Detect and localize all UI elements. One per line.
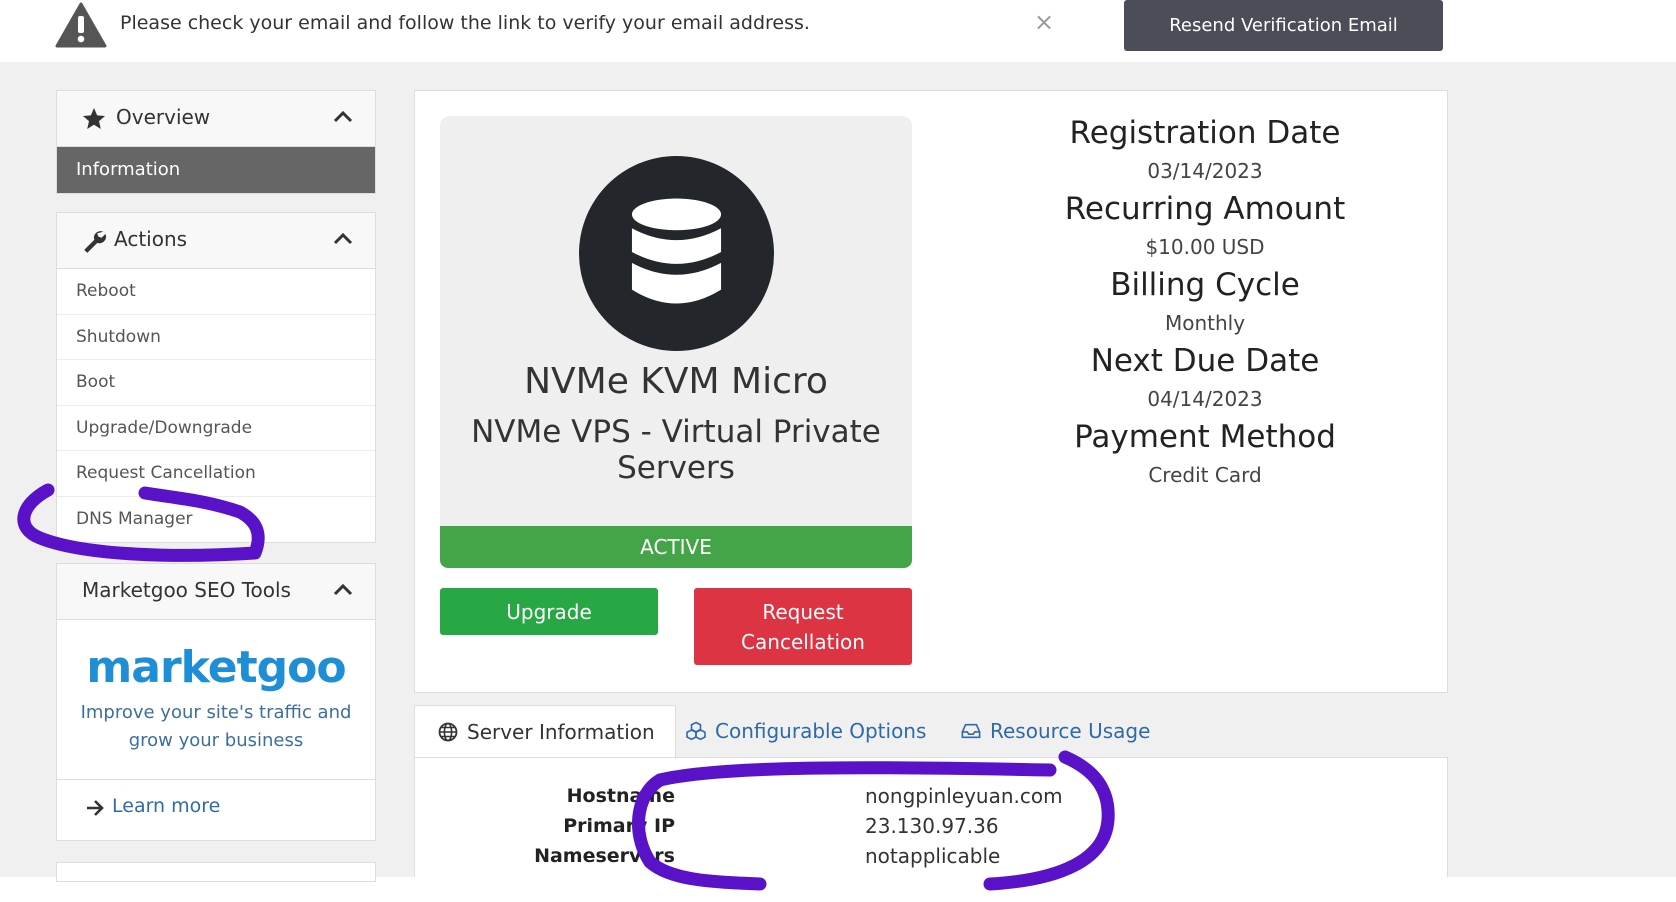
nameservers-value: notapplicable: [865, 844, 1001, 868]
marketgoo-logo: marketgoo: [86, 642, 346, 693]
tab-server-information-label: Server Information: [467, 720, 655, 744]
chevron-up-icon[interactable]: [333, 231, 353, 245]
verification-banner: Please check your email and follow the l…: [0, 0, 1676, 62]
actions-panel: Actions Reboot Shutdown Boot Upgrade/Dow…: [56, 212, 376, 543]
registration-date-label: Registration Date: [1069, 115, 1341, 151]
marketgoo-title: Marketgoo SEO Tools: [82, 578, 291, 602]
sidebar-item-request-cancellation[interactable]: Request Cancellation: [57, 451, 375, 497]
learn-more-link[interactable]: Learn more: [57, 779, 375, 837]
registration-date-value: 03/14/2023: [1147, 159, 1263, 183]
billing-info: Registration Date 03/14/2023 Recurring A…: [1015, 113, 1395, 493]
chevron-up-icon[interactable]: [333, 109, 353, 123]
close-icon[interactable]: ×: [1034, 8, 1054, 36]
recurring-amount-value: $10.00 USD: [1145, 235, 1265, 259]
tab-configurable-options-label: Configurable Options: [715, 719, 927, 743]
sidebar-item-shutdown[interactable]: Shutdown: [57, 315, 375, 360]
product-group: NVMe VPS - Virtual Private Servers: [471, 414, 881, 486]
sidebar-item-reboot[interactable]: Reboot: [57, 269, 375, 315]
tab-configurable-options[interactable]: Configurable Options: [686, 705, 926, 757]
arrow-right-icon: [87, 800, 104, 816]
sidebar-item-dns-manager[interactable]: DNS Manager: [57, 497, 375, 543]
billing-cycle-value: Monthly: [1164, 311, 1246, 335]
product-icon-circle: [579, 156, 774, 351]
learn-more-label[interactable]: Learn more: [112, 795, 220, 817]
actions-title: Actions: [114, 227, 188, 251]
product-details-card: NVMe KVM Micro NVMe VPS - Virtual Privat…: [414, 90, 1448, 693]
payment-method-label: Payment Method: [1074, 419, 1336, 455]
service-tabs: Server Information Configurable Options …: [414, 705, 1448, 757]
marketgoo-tagline: Improve your site's traffic and grow you…: [80, 702, 352, 751]
wrench-icon: [84, 231, 106, 253]
overview-title: Overview: [116, 105, 211, 129]
overview-panel-header[interactable]: Overview: [57, 91, 375, 147]
chevron-up-icon[interactable]: [333, 582, 353, 596]
next-due-date-label: Next Due Date: [1090, 343, 1320, 379]
globe-icon: [438, 722, 458, 742]
primary-ip-value: 23.130.97.36: [865, 814, 999, 838]
actions-panel-header[interactable]: Actions: [57, 213, 375, 269]
tab-server-information[interactable]: Server Information: [414, 705, 676, 757]
banner-message: Please check your email and follow the l…: [120, 12, 810, 34]
nameservers-label: Nameservers: [534, 845, 675, 867]
product-name: NVMe KVM Micro: [524, 361, 828, 402]
request-cancellation-button[interactable]: Request Cancellation: [694, 588, 912, 665]
tab-resource-usage[interactable]: Resource Usage: [961, 705, 1150, 757]
cubes-icon: [686, 721, 706, 741]
star-icon: [82, 107, 106, 129]
hostname-value: nongpinleyuan.com: [865, 784, 1063, 808]
recurring-amount-label: Recurring Amount: [1064, 191, 1346, 227]
database-icon: [631, 198, 722, 304]
server-information-panel: Hostname nongpinleyuan.com Primary IP 23…: [414, 757, 1448, 877]
sidebar-item-boot[interactable]: Boot: [57, 360, 375, 406]
product-box: NVMe KVM Micro NVMe VPS - Virtual Privat…: [440, 116, 912, 526]
tab-resource-usage-label: Resource Usage: [990, 719, 1151, 743]
overview-panel: Overview Information: [56, 90, 376, 194]
marketgoo-panel: Marketgoo SEO Tools marketgoo Improve yo…: [56, 563, 376, 841]
hostname-label: Hostname: [566, 785, 675, 807]
next-due-date-value: 04/14/2023: [1147, 387, 1263, 411]
upgrade-button[interactable]: Upgrade: [440, 588, 658, 635]
resend-verification-button[interactable]: Resend Verification Email: [1124, 0, 1443, 51]
inbox-icon: [961, 723, 981, 739]
billing-cycle-label: Billing Cycle: [1110, 267, 1300, 303]
next-panel-edge: [56, 862, 376, 882]
status-badge: ACTIVE: [440, 526, 912, 568]
warning-icon: [55, 2, 107, 48]
payment-method-value: Credit Card: [1148, 463, 1262, 487]
sidebar-item-information[interactable]: Information: [57, 147, 375, 193]
primary-ip-label: Primary IP: [563, 815, 675, 837]
marketgoo-panel-header[interactable]: Marketgoo SEO Tools: [57, 564, 375, 620]
sidebar-item-upgrade-downgrade[interactable]: Upgrade/Downgrade: [57, 406, 375, 451]
